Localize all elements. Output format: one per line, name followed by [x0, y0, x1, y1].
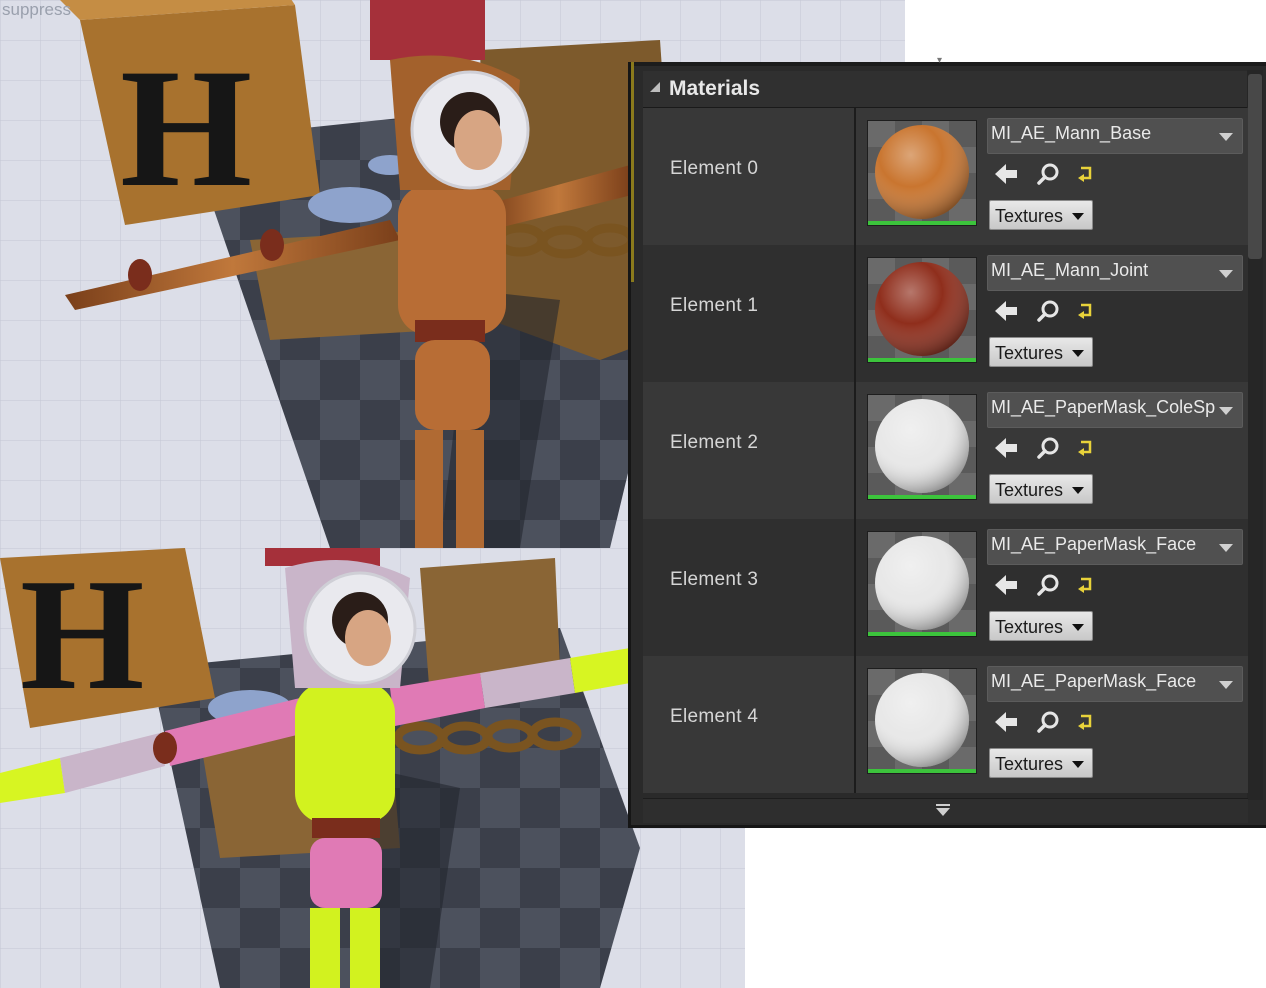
material-valid-indicator	[868, 221, 976, 225]
asset-action-icons	[993, 571, 1093, 599]
asset-action-icons	[993, 434, 1093, 462]
combo-dropdown-arrow-icon	[1219, 681, 1233, 689]
material-sphere-preview	[868, 669, 976, 773]
textures-button-label: Textures	[995, 206, 1064, 226]
textures-dropdown-button[interactable]: Textures	[989, 200, 1093, 230]
textures-dropdown-button[interactable]: Textures	[989, 474, 1093, 504]
column-divider[interactable]	[854, 519, 856, 656]
element-label: Element 1	[670, 295, 759, 316]
material-asset-combo[interactable]: MI_AE_PaperMask_Face	[987, 529, 1243, 565]
material-valid-indicator	[868, 769, 976, 773]
browse-search-icon[interactable]	[1035, 297, 1063, 325]
asset-action-icons	[993, 297, 1093, 325]
reset-to-default-icon[interactable]	[1073, 297, 1101, 325]
reset-to-default-icon[interactable]	[1073, 708, 1101, 736]
textures-button-label: Textures	[995, 343, 1064, 363]
material-asset-combo[interactable]: MI_AE_PaperMask_Face	[987, 666, 1243, 702]
svg-text:H: H	[120, 34, 252, 222]
material-sphere-preview	[868, 532, 976, 636]
textures-dropdown-arrow-icon	[1072, 624, 1084, 631]
material-slot-row-0: Element 0 MI_AE_Mann_Base Textures	[643, 108, 1248, 245]
material-valid-indicator	[868, 495, 976, 499]
element-label: Element 4	[670, 706, 759, 727]
textures-button-label: Textures	[995, 754, 1064, 774]
collapse-arrow-icon[interactable]	[650, 82, 660, 92]
material-asset-name: MI_AE_PaperMask_Face	[991, 534, 1197, 554]
material-thumbnail[interactable]	[867, 394, 977, 500]
material-thumbnail[interactable]	[867, 257, 977, 363]
material-thumbnail[interactable]	[867, 531, 977, 637]
use-selected-arrow-icon[interactable]	[993, 571, 1021, 599]
reset-to-default-icon[interactable]	[1073, 571, 1101, 599]
textures-dropdown-button[interactable]: Textures	[989, 337, 1093, 367]
column-divider[interactable]	[854, 382, 856, 519]
material-asset-name: MI_AE_Mann_Base	[991, 123, 1152, 143]
material-slot-list: Element 0 MI_AE_Mann_Base Textures Eleme…	[643, 108, 1248, 798]
material-slot-row-4: Element 4 MI_AE_PaperMask_Face Textures	[643, 656, 1248, 793]
scrollbar-thumb[interactable]	[1248, 74, 1262, 259]
material-asset-name: MI_AE_PaperMask_Face	[991, 671, 1197, 691]
material-sphere-preview	[868, 395, 976, 499]
svg-text:H: H	[20, 548, 144, 723]
material-sphere-preview	[868, 258, 976, 362]
asset-action-icons	[993, 708, 1093, 736]
textures-dropdown-arrow-icon	[1072, 213, 1084, 220]
material-thumbnail[interactable]	[867, 120, 977, 226]
viewport-overlay-text: suppress	[2, 0, 71, 19]
combo-dropdown-arrow-icon	[1219, 544, 1233, 552]
advanced-expand-bar[interactable]	[643, 798, 1248, 823]
textures-button-label: Textures	[995, 480, 1064, 500]
material-sphere-preview	[868, 121, 976, 225]
materials-category-header[interactable]: Materials	[643, 71, 1252, 108]
textures-dropdown-arrow-icon	[1072, 761, 1084, 768]
details-panel: ▾ Materials Element 0 MI_AE_Mann_Base Te…	[628, 56, 1266, 828]
material-valid-indicator	[868, 358, 976, 362]
textures-dropdown-button[interactable]: Textures	[989, 611, 1093, 641]
textures-dropdown-button[interactable]: Textures	[989, 748, 1093, 778]
material-slot-row-2: Element 2 MI_AE_PaperMask_ColeSpr Textur…	[643, 382, 1248, 519]
reset-to-default-icon[interactable]	[1073, 434, 1101, 462]
reset-to-default-icon[interactable]	[1073, 160, 1101, 188]
material-asset-combo[interactable]: MI_AE_Mann_Joint	[987, 255, 1243, 291]
combo-dropdown-arrow-icon	[1219, 270, 1233, 278]
material-asset-name: MI_AE_Mann_Joint	[991, 260, 1149, 280]
material-asset-name: MI_AE_PaperMask_ColeSpr	[991, 397, 1216, 417]
use-selected-arrow-icon[interactable]	[993, 708, 1021, 736]
material-slot-row-1: Element 1 MI_AE_Mann_Joint Textures	[643, 245, 1248, 382]
element-label: Element 0	[670, 158, 759, 179]
asset-action-icons	[993, 160, 1093, 188]
material-valid-indicator	[868, 632, 976, 636]
column-divider[interactable]	[854, 108, 856, 245]
panel-drag-grip-icon[interactable]: ▾	[937, 56, 949, 66]
panel-focus-accent	[631, 62, 634, 282]
expand-advanced-icon[interactable]	[935, 804, 951, 818]
combo-dropdown-arrow-icon	[1219, 133, 1233, 141]
browse-search-icon[interactable]	[1035, 434, 1063, 462]
textures-dropdown-arrow-icon	[1072, 350, 1084, 357]
column-divider[interactable]	[854, 656, 856, 793]
element-label: Element 2	[670, 432, 759, 453]
category-title: Materials	[669, 77, 761, 100]
combo-dropdown-arrow-icon	[1219, 407, 1233, 415]
browse-search-icon[interactable]	[1035, 160, 1063, 188]
textures-dropdown-arrow-icon	[1072, 487, 1084, 494]
browse-search-icon[interactable]	[1035, 708, 1063, 736]
material-slot-row-3: Element 3 MI_AE_PaperMask_Face Textures	[643, 519, 1248, 656]
element-label: Element 3	[670, 569, 759, 590]
textures-button-label: Textures	[995, 617, 1064, 637]
material-asset-combo[interactable]: MI_AE_Mann_Base	[987, 118, 1243, 154]
use-selected-arrow-icon[interactable]	[993, 160, 1021, 188]
use-selected-arrow-icon[interactable]	[993, 297, 1021, 325]
browse-search-icon[interactable]	[1035, 571, 1063, 599]
material-thumbnail[interactable]	[867, 668, 977, 774]
column-divider[interactable]	[854, 245, 856, 382]
use-selected-arrow-icon[interactable]	[993, 434, 1021, 462]
material-asset-combo[interactable]: MI_AE_PaperMask_ColeSpr	[987, 392, 1243, 428]
